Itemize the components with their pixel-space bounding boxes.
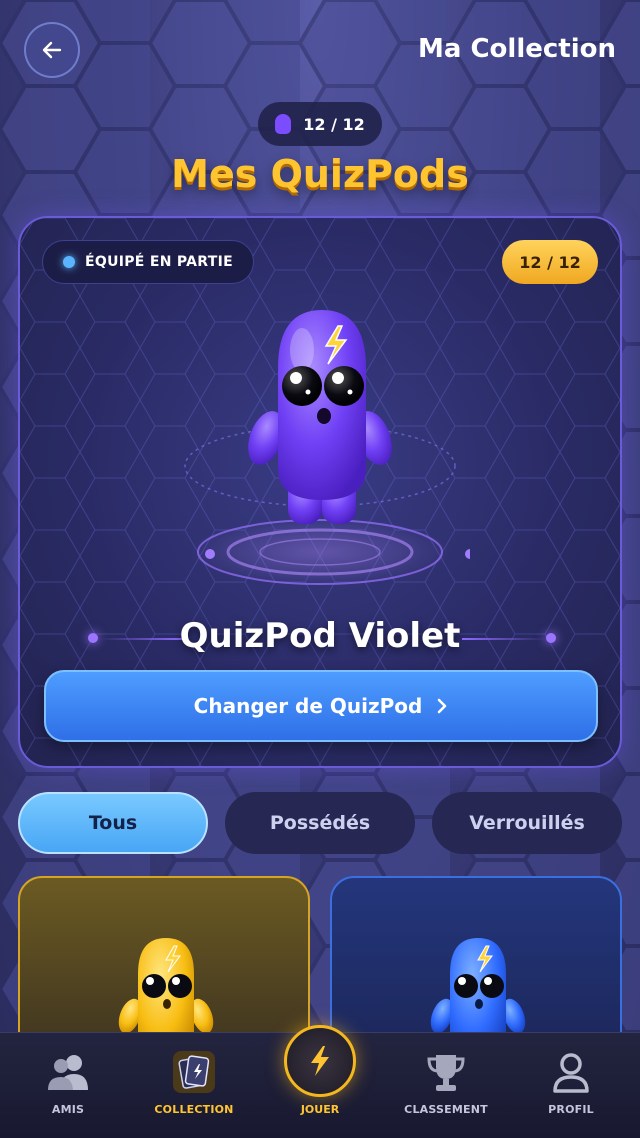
nav-item-friends[interactable]: AMIS [8,1049,128,1116]
equipped-quizpod-card: ÉQUIPÉ EN PARTIE 12 / 12 QuizPod Violet … [18,216,622,768]
equip-status-badge: ÉQUIPÉ EN PARTIE [42,240,254,284]
play-button[interactable] [284,1025,356,1097]
nav-item-profile[interactable]: PROFIL [511,1049,631,1116]
change-quizpod-button[interactable]: Changer de QuizPod [44,670,598,742]
cards-icon [171,1049,217,1095]
nav-label-profile: PROFIL [548,1103,594,1116]
change-quizpod-label: Changer de QuizPod [193,694,423,718]
chevron-right-icon [438,698,447,714]
nav-label-collection: COLLECTION [154,1103,234,1116]
nav-label-ranking: CLASSEMENT [404,1103,488,1116]
nav-label-friends: AMIS [51,1103,85,1116]
back-button[interactable] [24,22,80,78]
filter-tab-owned[interactable]: Possédés [225,792,415,854]
bottom-navigation: AMIS COLLECTION JOUER CLASSEMENT PROFIL [0,1025,640,1138]
page-title: Mes QuizPods [171,152,469,196]
nav-label-play: JOUER [300,1103,340,1116]
quizpod-violet-figure [170,288,475,598]
lightning-icon [311,1046,329,1076]
filter-tab-locked[interactable]: Verrouillés [432,792,622,854]
nav-item-collection[interactable]: COLLECTION [134,1049,254,1116]
owned-count-badge: 12 / 12 [502,240,598,284]
quizpod-mini-icon [275,114,292,134]
collection-counter: 12 / 12 [258,102,382,146]
profile-icon [548,1049,594,1095]
equip-status-label: ÉQUIPÉ EN PARTIE [85,254,233,270]
nav-item-ranking[interactable]: CLASSEMENT [386,1049,506,1116]
friends-icon [45,1049,91,1095]
arrow-left-icon [42,41,62,59]
status-dot-icon [63,256,75,268]
filter-tab-all[interactable]: Tous [18,792,208,854]
trophy-icon [423,1049,469,1095]
header-title: Ma Collection [418,34,616,64]
collection-counter-label: 12 / 12 [303,114,365,134]
quizpod-name: QuizPod Violet [179,616,461,656]
